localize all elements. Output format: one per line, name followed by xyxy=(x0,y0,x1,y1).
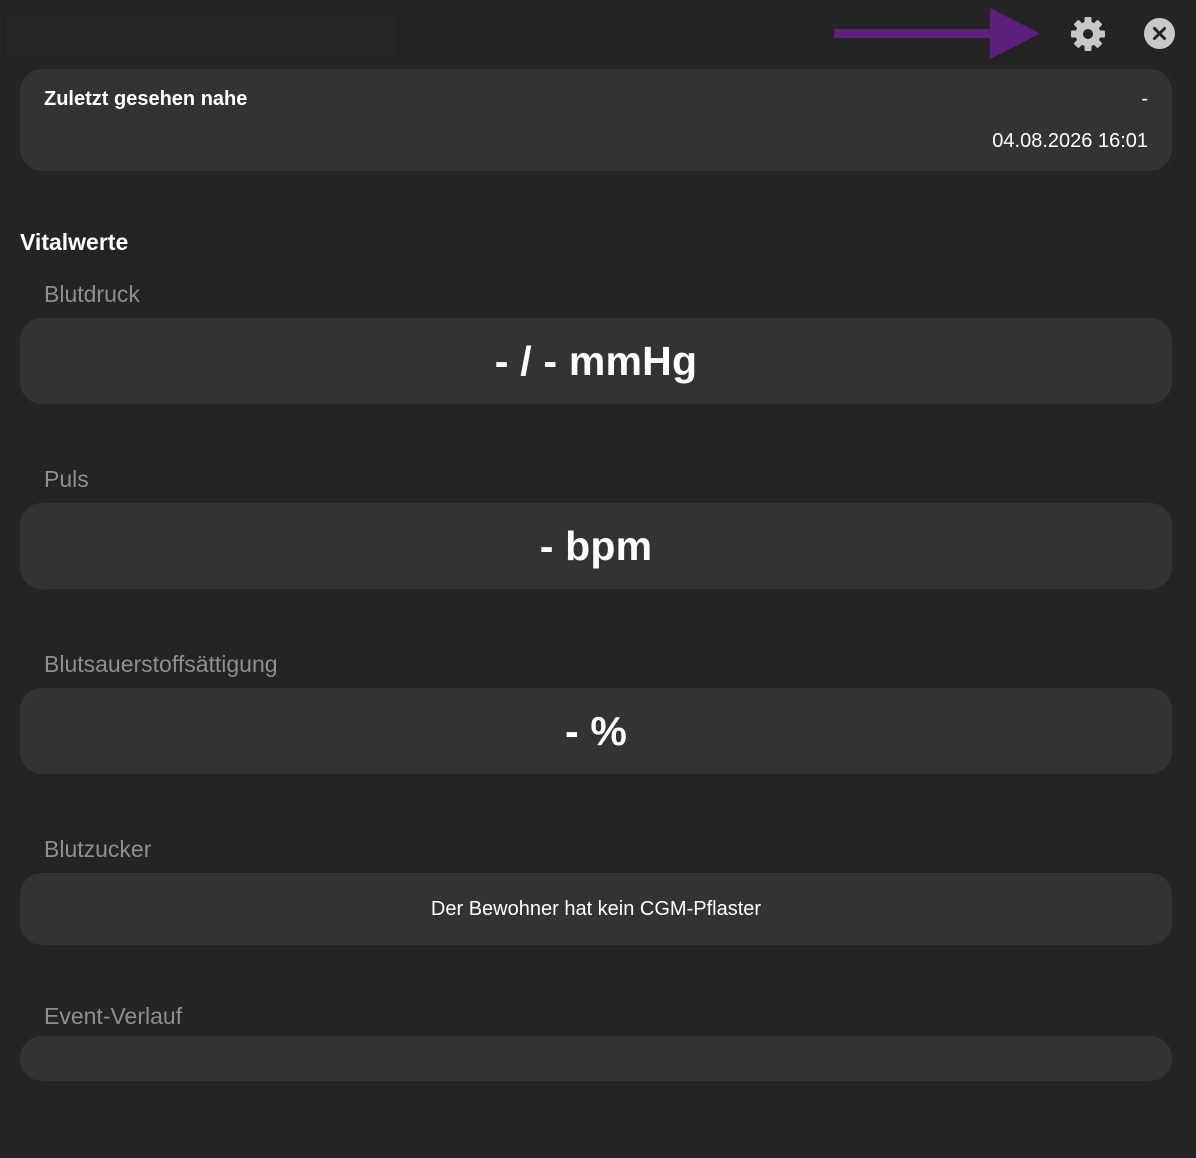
pulse-value: - bpm xyxy=(539,522,653,569)
top-bar xyxy=(0,0,1196,68)
last-seen-location: - xyxy=(1141,88,1148,110)
last-seen-timestamp: 04.08.2026 16:01 xyxy=(992,130,1148,152)
settings-button[interactable] xyxy=(1068,14,1108,54)
blood-sugar-card: Der Bewohner hat kein CGM-Pflaster xyxy=(20,873,1172,945)
blood-pressure-label: Blutdruck xyxy=(44,281,140,307)
event-history-list xyxy=(20,1036,1172,1081)
last-seen-card: Zuletzt gesehen nahe - 04.08.2026 16:01 xyxy=(20,69,1172,171)
pulse-label: Puls xyxy=(44,466,89,492)
oxygen-saturation-card: - % xyxy=(20,688,1172,774)
gear-icon xyxy=(1071,17,1105,51)
event-history-label: Event-Verlauf xyxy=(44,1003,183,1029)
last-seen-label: Zuletzt gesehen nahe xyxy=(44,88,248,110)
oxygen-saturation-label: Blutsauerstoffsättigung xyxy=(44,651,278,677)
close-button[interactable] xyxy=(1144,18,1175,49)
annotation-arrow-icon xyxy=(834,8,1040,59)
blood-pressure-card: - / - mmHg xyxy=(20,318,1172,404)
close-icon xyxy=(1153,27,1166,40)
blood-sugar-label: Blutzucker xyxy=(44,836,152,862)
vitals-heading: Vitalwerte xyxy=(20,229,129,255)
top-bar-shade xyxy=(6,14,396,58)
pulse-card: - bpm xyxy=(20,503,1172,589)
oxygen-saturation-value: - % xyxy=(564,707,628,754)
blood-sugar-message: Der Bewohner hat kein CGM-Pflaster xyxy=(430,897,762,920)
blood-pressure-value: - / - mmHg xyxy=(494,337,698,384)
